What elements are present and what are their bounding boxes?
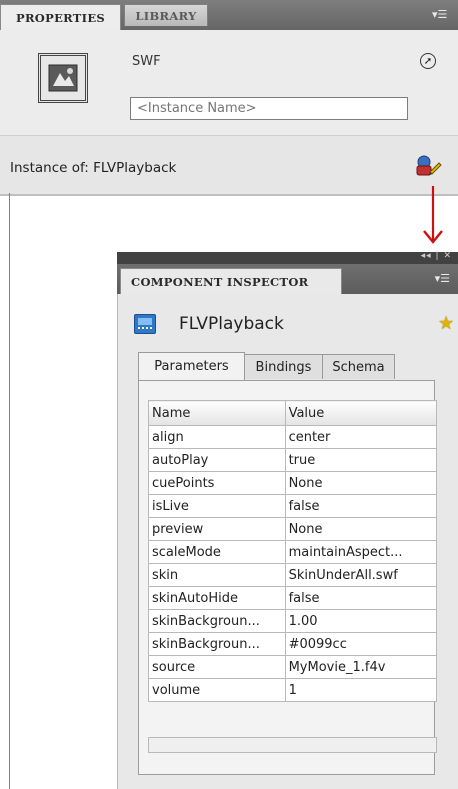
panel-menu-icon[interactable]: ▾☰ — [435, 272, 450, 285]
component-name: FLVPlayback — [179, 314, 284, 334]
tab-schema[interactable]: Schema — [322, 354, 395, 379]
parameter-value-cell[interactable]: center — [284, 425, 438, 449]
tab-library[interactable]: LIBRARY — [124, 4, 208, 26]
parameter-name-cell: align — [148, 425, 286, 449]
parameter-name-cell: volume — [148, 678, 286, 702]
star-icon[interactable]: ★ — [438, 313, 454, 334]
panel-border-line — [9, 193, 10, 789]
parameter-name-cell: skinAutoHide — [148, 586, 286, 610]
tab-component-inspector[interactable]: COMPONENT INSPECTOR — [120, 268, 342, 294]
table-row[interactable]: scaleMode maintainAspect... — [148, 540, 438, 564]
panel-menu-icon[interactable]: ▾☰ — [432, 8, 447, 21]
parameter-value-cell[interactable]: false — [284, 494, 438, 518]
parameter-value-cell[interactable]: maintainAspect... — [284, 540, 438, 564]
parameter-value-cell[interactable]: true — [284, 448, 438, 472]
column-header-value[interactable]: Value — [284, 400, 438, 426]
tab-parameters[interactable]: Parameters — [138, 352, 245, 380]
component-inspector-panel: ◂◂ | ✕ COMPONENT INSPECTOR ▾☰ FLVPlaybac… — [117, 251, 458, 789]
parameter-name-cell: cuePoints — [148, 471, 286, 495]
instance-of-label: Instance of: — [10, 160, 89, 176]
table-row[interactable]: skin SkinUnderAll.swf — [148, 563, 438, 587]
parameters-table: Name Value align center autoPlay true cuePoi… — [148, 400, 438, 702]
parameter-value-cell[interactable]: None — [284, 471, 438, 495]
table-row[interactable]: cuePoints None — [148, 471, 438, 495]
tab-properties[interactable]: PROPERTIES — [0, 4, 121, 30]
collapse-close-icon[interactable]: ◂◂ | ✕ — [421, 251, 452, 261]
parameter-value-cell[interactable]: SkinUnderAll.swf — [284, 563, 438, 587]
parameter-value-cell[interactable]: MyMovie_1.f4v — [284, 655, 438, 679]
parameter-name-cell: skin — [148, 563, 286, 587]
table-row[interactable]: isLive false — [148, 494, 438, 518]
component-inspector-icon[interactable] — [412, 152, 442, 182]
table-header-row: Name Value — [148, 400, 438, 426]
table-row[interactable]: skinBackgroun... 1.00 — [148, 609, 438, 633]
table-row[interactable]: source MyMovie_1.f4v — [148, 655, 438, 679]
parameter-value-cell[interactable]: false — [284, 586, 438, 610]
parameter-value-cell[interactable]: #0099cc — [284, 632, 438, 656]
edit-symbol-icon[interactable]: ➚ — [420, 53, 436, 69]
instance-name-input[interactable] — [130, 97, 408, 120]
red-arrow-icon — [423, 186, 443, 244]
table-empty-area — [148, 737, 437, 753]
swf-symbol-icon — [38, 53, 88, 103]
table-row[interactable]: skinAutoHide false — [148, 586, 438, 610]
table-row[interactable]: align center — [148, 425, 438, 449]
parameter-name-cell: skinBackgroun... — [148, 632, 286, 656]
parameter-name-cell: scaleMode — [148, 540, 286, 564]
flvplayback-component-icon — [134, 314, 156, 334]
parameter-name-cell: preview — [148, 517, 286, 541]
parameter-name-cell: source — [148, 655, 286, 679]
inspector-title-bar[interactable]: ◂◂ | ✕ — [117, 251, 458, 264]
tab-bindings[interactable]: Bindings — [244, 354, 323, 379]
table-row[interactable]: preview None — [148, 517, 438, 541]
symbol-type-label: SWF — [132, 54, 161, 69]
parameter-name-cell: autoPlay — [148, 448, 286, 472]
instance-of-text: Instance of: FLVPlayback — [10, 160, 176, 176]
table-row[interactable]: volume 1 — [148, 678, 438, 702]
parameter-value-cell[interactable]: 1.00 — [284, 609, 438, 633]
column-header-name[interactable]: Name — [148, 400, 286, 426]
instance-of-value: FLVPlayback — [93, 160, 177, 176]
table-row[interactable]: autoPlay true — [148, 448, 438, 472]
parameter-value-cell[interactable]: None — [284, 517, 438, 541]
parameter-value-cell[interactable]: 1 — [284, 678, 438, 702]
parameter-name-cell: isLive — [148, 494, 286, 518]
parameter-name-cell: skinBackgroun... — [148, 609, 286, 633]
table-row[interactable]: skinBackgroun... #0099cc — [148, 632, 438, 656]
parameters-rows: align center autoPlay true cuePoints None isLi… — [148, 425, 438, 702]
